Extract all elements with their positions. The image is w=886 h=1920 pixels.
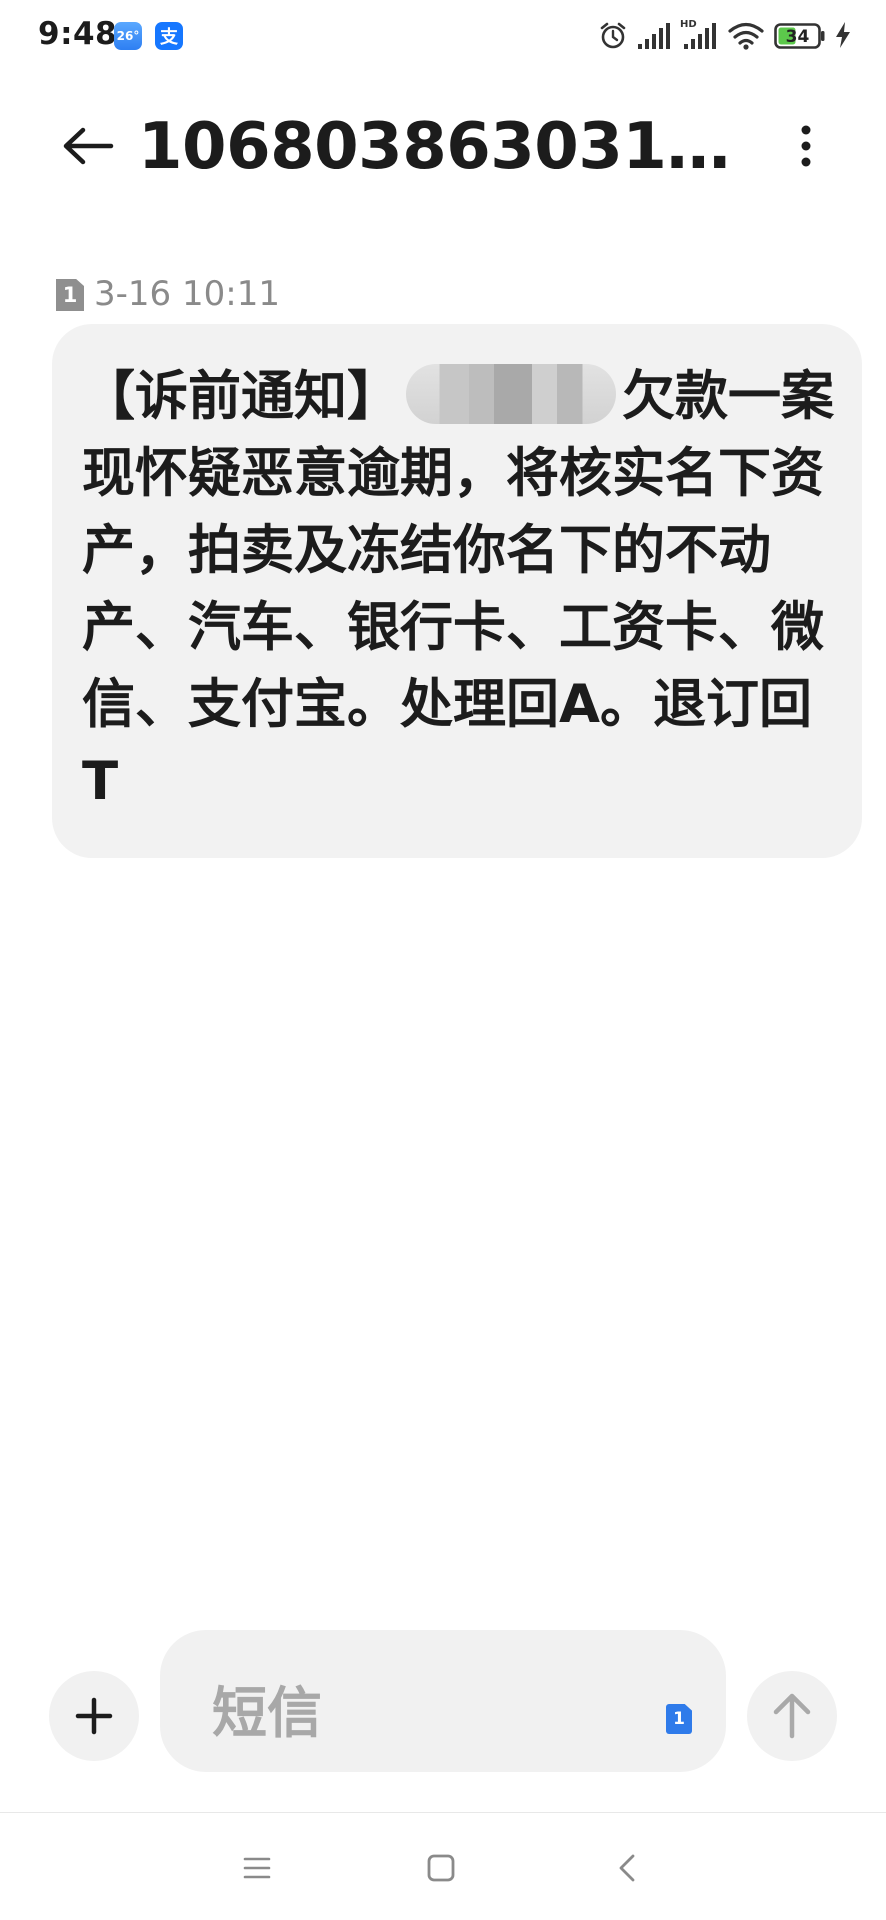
- signal-icon: [638, 23, 670, 49]
- svg-text:HD: HD: [680, 19, 697, 30]
- sim-selector-button[interactable]: 1: [666, 1704, 692, 1734]
- system-nav-bar: [0, 1813, 886, 1920]
- battery-icon: 34: [774, 23, 825, 49]
- arrow-left-icon: [63, 127, 114, 165]
- back-icon: [619, 1854, 635, 1882]
- message-text-prefix: 【诉前通知】: [82, 366, 400, 427]
- nav-menu-button[interactable]: [232, 1843, 282, 1893]
- status-time: 9:48: [38, 16, 118, 52]
- message-timestamp: 3-16 10:11: [94, 274, 280, 314]
- wifi-icon: [728, 22, 764, 50]
- hd-signal-icon: HD: [680, 19, 716, 49]
- conversation-title: 106803863031638...: [138, 110, 758, 184]
- menu-icon: [243, 1857, 271, 1879]
- back-button[interactable]: [58, 118, 118, 174]
- sim-slot-badge: 1: [56, 279, 84, 311]
- message-bubble[interactable]: 【诉前通知】 欠款一案现怀疑恶意逾期，将核实名下资产，拍卖及冻结你名下的不动产、汽…: [52, 324, 862, 858]
- send-button[interactable]: [747, 1671, 837, 1761]
- nav-home-button[interactable]: [416, 1843, 466, 1893]
- message-input[interactable]: 短信 1: [160, 1630, 726, 1772]
- battery-level: 34: [786, 27, 810, 47]
- add-attachment-button[interactable]: [49, 1671, 139, 1761]
- message-text: 【诉前通知】 欠款一案现怀疑恶意逾期，将核实名下资产，拍卖及冻结你名下的不动产、汽…: [82, 358, 842, 820]
- more-vertical-icon: [801, 125, 811, 167]
- redacted-region: [406, 364, 616, 424]
- status-bar: 9:48 26° 支 HD 34: [0, 0, 886, 72]
- home-icon: [427, 1854, 455, 1882]
- alipay-app-icon: 支: [155, 22, 183, 50]
- alarm-icon: [600, 22, 626, 49]
- arrow-up-icon: [773, 1693, 811, 1739]
- conversation-header: 106803863031638...: [0, 96, 886, 196]
- message-input-placeholder: 短信: [212, 1681, 323, 1745]
- charging-icon: [836, 22, 850, 48]
- weather-app-icon: 26°: [114, 22, 142, 50]
- more-options-button[interactable]: [786, 116, 826, 176]
- nav-back-button[interactable]: [602, 1843, 652, 1893]
- message-text-body: 欠款一案现怀疑恶意逾期，将核实名下资产，拍卖及冻结你名下的不动产、汽车、银行卡、…: [82, 366, 834, 812]
- plus-icon: [75, 1697, 113, 1735]
